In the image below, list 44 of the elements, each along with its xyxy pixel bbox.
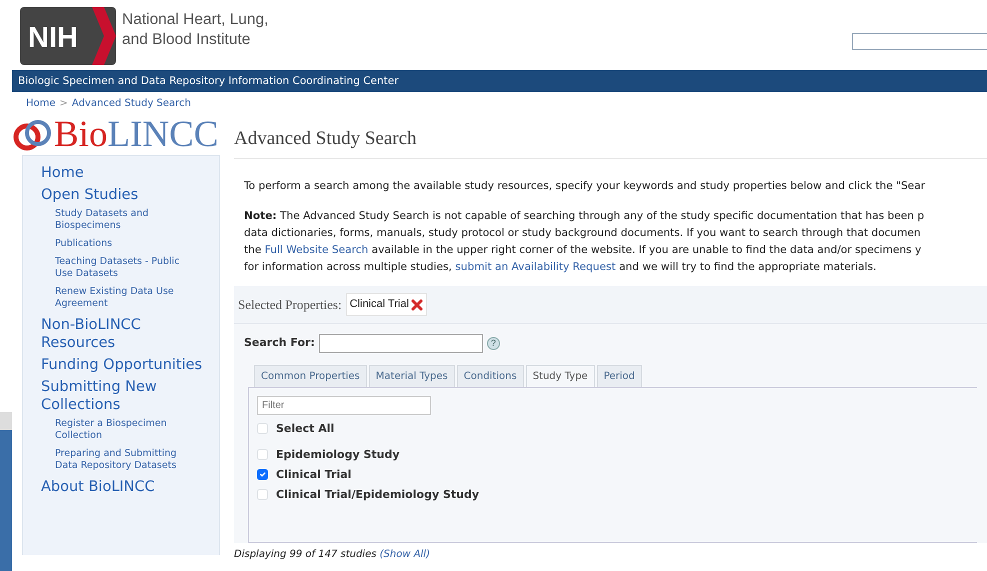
option-label: Epidemiology Study [276, 446, 400, 463]
checkbox[interactable] [257, 469, 268, 480]
page-title: Advanced Study Search [234, 121, 987, 158]
option-label: Clinical Trial [276, 466, 352, 483]
show-all-link[interactable]: (Show All) [380, 548, 430, 560]
note-paragraph: Note: The Advanced Study Search is not capable of searching through any of the study specific documentation that has been p data dictionaries, forms, manuals, study protocol or study background documents. If you want to search through that documen the Full Website Search available in the upper right corner of the website. If you are unable to find the data and/or specimens y for information across multiple studies, submit an Availability Request and we will try to find the appropriate materials. [244, 209, 926, 276]
sidebar-link[interactable]: Funding Opportunities [41, 356, 219, 374]
sidebar-link[interactable]: Non-BioLINCC Resources [41, 316, 219, 352]
tab[interactable]: Period [596, 364, 642, 387]
tab[interactable]: Conditions [456, 364, 524, 387]
option-label: Select All [276, 420, 334, 437]
tab[interactable]: Material Types [368, 364, 455, 387]
sidebar-link[interactable]: Home [41, 164, 219, 182]
text-link[interactable]: submit an Availability Request [455, 261, 616, 274]
sidebar-link[interactable]: About BioLINCC [41, 478, 219, 496]
intro-text: To perform a search among the available study resources, specify your keywords and study properties below and click the "Sear [244, 178, 926, 194]
remove-icon[interactable] [410, 298, 423, 311]
search-field[interactable] [318, 334, 483, 353]
text-link[interactable]: Full Website Search [264, 244, 368, 256]
biolincc-logo: BioLINCC [12, 115, 220, 155]
help-icon[interactable]: ? [486, 336, 500, 350]
results-count: Displaying 99 of 147 studies [234, 548, 378, 560]
site-banner: Biologic Specimen and Data Repository Information Coordinating Center [12, 70, 987, 92]
selected-properties-label: Selected Properties: [238, 296, 342, 314]
tab[interactable]: Study Type [526, 364, 595, 387]
sidebar-sublink[interactable]: Study Datasets and Biospecimens [55, 208, 195, 232]
search-label: Search For: [244, 335, 315, 352]
sidebar-sublink[interactable]: Renew Existing Data Use Agreement [55, 286, 195, 310]
sidebar-sublink[interactable]: Preparing and Submitting Data Repository Datasets [55, 448, 195, 472]
sidebar-link[interactable]: Submitting New Collections [41, 378, 219, 414]
nih-logo: NIH [20, 7, 116, 65]
breadcrumb-link[interactable]: Home [26, 98, 56, 109]
option-label: Clinical Trial/Epidemiology Study [276, 486, 480, 503]
sidebar-link[interactable]: Open Studies [41, 186, 219, 204]
sidebar-sublink[interactable]: Teaching Datasets - Public Use Datasets [55, 256, 195, 280]
site-search-field[interactable] [852, 33, 987, 50]
institute-name: National Heart, Lung, and Blood Institute [122, 10, 268, 50]
sidebar-sublink[interactable]: Register a Biospecimen Collection [55, 418, 195, 442]
property-chip: Clinical Trial [346, 293, 427, 316]
breadcrumb-link[interactable]: Advanced Study Search [72, 98, 191, 109]
filter-field[interactable]: Filter [257, 396, 431, 415]
sidebar-sublink[interactable]: Publications [55, 238, 195, 250]
tab[interactable]: Common Properties [254, 364, 367, 387]
breadcrumb-separator: > [60, 98, 68, 109]
